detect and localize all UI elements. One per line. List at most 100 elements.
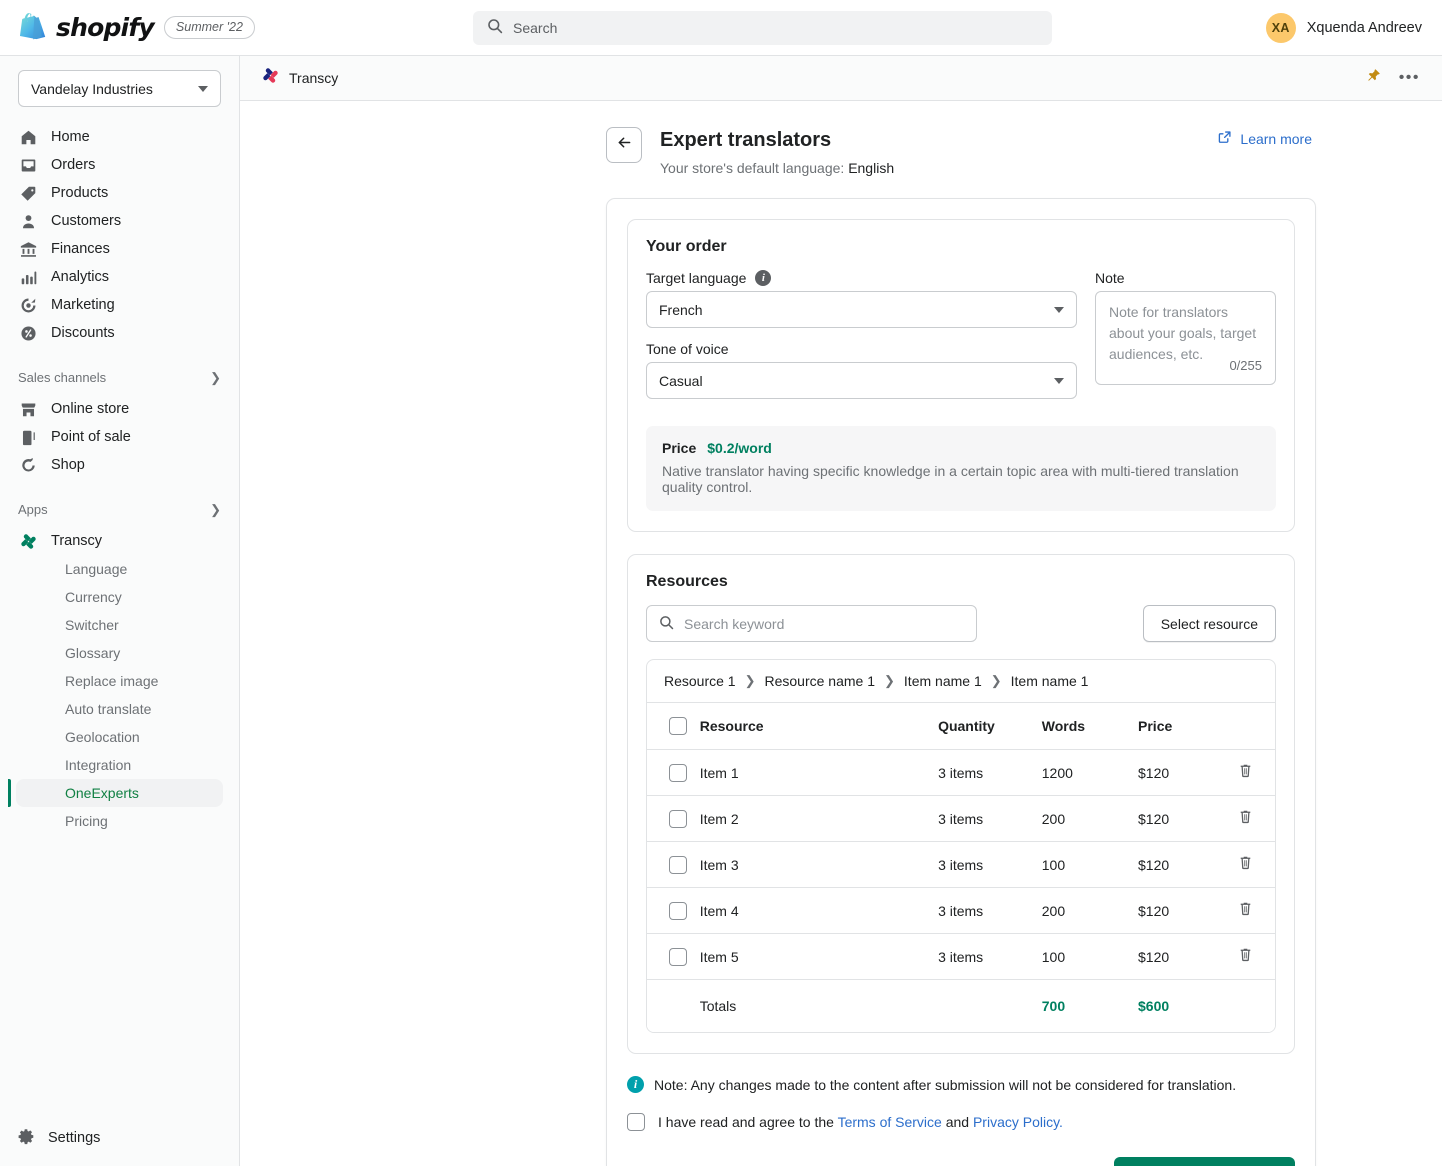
chevron-down-icon (1054, 377, 1064, 384)
sidebar-item-orders[interactable]: Orders (8, 151, 231, 179)
chevron-right-icon: ❯ (210, 501, 221, 517)
terms-of-service-link[interactable]: Terms of Service (838, 1114, 942, 1130)
sidebar-item-home[interactable]: Home (8, 123, 231, 151)
discount-percent-icon (18, 323, 38, 343)
sidebar-item-label: Shop (51, 457, 85, 473)
sidebar-item-transcy[interactable]: Transcy (8, 527, 231, 555)
cell-resource: Item 4 (699, 887, 939, 934)
info-circle-icon[interactable]: i (755, 270, 772, 286)
table-row[interactable]: Item 2 3 items 200 $120 (647, 795, 1275, 842)
cell-price: $120 (1138, 749, 1238, 796)
sales-channels-nav: Online store Point of sale Shop (0, 395, 239, 479)
table-row[interactable]: Item 5 3 items 100 $120 (647, 933, 1275, 980)
shopify-brand[interactable]: shopify Summer '22 (0, 12, 255, 43)
learn-more-label: Learn more (1240, 130, 1312, 147)
sidebar-item-glossary[interactable]: Glossary (16, 639, 223, 667)
sidebar: Vandelay Industries Home Orders Products (0, 56, 240, 1166)
table-row[interactable]: Item 4 3 items 200 $120 (647, 887, 1275, 934)
sales-channels-section-header[interactable]: Sales channels ❯ (0, 364, 239, 390)
transcy-logo-icon (18, 531, 38, 551)
sidebar-item-language[interactable]: Language (16, 555, 223, 583)
breadcrumb-item[interactable]: Item name 1 (1011, 673, 1089, 689)
submit-row: Hire expert translators (627, 1157, 1295, 1166)
trash-icon[interactable] (1238, 855, 1253, 871)
row-checkbox[interactable] (669, 809, 687, 828)
sidebar-item-switcher[interactable]: Switcher (16, 611, 223, 639)
totals-words: 700 (1041, 979, 1139, 1032)
more-horizontal-icon[interactable]: ••• (1399, 70, 1420, 86)
sidebar-item-geolocation[interactable]: Geolocation (16, 723, 223, 751)
sidebar-item-marketing[interactable]: Marketing (8, 291, 231, 319)
row-checkbox[interactable] (669, 901, 687, 920)
row-select-cell (647, 887, 700, 934)
privacy-policy-link[interactable]: Privacy Policy. (973, 1114, 1063, 1130)
page-content: Expert translators Your store's default … (240, 101, 1442, 1166)
trash-icon[interactable] (1238, 809, 1253, 825)
hire-expert-translators-button[interactable]: Hire expert translators (1114, 1157, 1295, 1166)
cell-price: $120 (1138, 841, 1238, 888)
sidebar-item-currency[interactable]: Currency (16, 583, 223, 611)
sidebar-item-pricing[interactable]: Pricing (16, 807, 223, 835)
sidebar-item-integration[interactable]: Integration (16, 751, 223, 779)
table-row[interactable]: Item 1 3 items 1200 $120 (647, 749, 1275, 796)
select-all-checkbox[interactable] (669, 717, 687, 735)
your-order-card: Your order Target language i French Tone… (627, 219, 1295, 532)
row-select-cell (647, 749, 700, 796)
sidebar-item-auto-translate[interactable]: Auto translate (16, 695, 223, 723)
global-search-input[interactable]: Search (473, 11, 1052, 45)
chevron-down-icon (198, 85, 208, 92)
sidebar-item-point-of-sale[interactable]: Point of sale (8, 423, 231, 451)
sidebar-item-online-store[interactable]: Online store (8, 395, 231, 423)
select-resource-label: Select resource (1160, 615, 1258, 632)
external-link-icon (1218, 130, 1232, 147)
tone-of-voice-select[interactable]: Casual (646, 362, 1077, 399)
back-button[interactable] (606, 127, 642, 163)
agree-terms-checkbox[interactable] (627, 1113, 645, 1131)
row-checkbox[interactable] (669, 947, 687, 966)
customer-person-icon (18, 211, 38, 231)
breadcrumb-item[interactable]: Resource name 1 (765, 673, 876, 689)
sidebar-item-shop[interactable]: Shop (8, 451, 231, 479)
table-row[interactable]: Item 3 3 items 100 $120 (647, 841, 1275, 888)
price-label: Price (662, 440, 697, 456)
sidebar-item-label: Orders (51, 157, 96, 173)
select-resource-button[interactable]: Select resource (1142, 605, 1276, 642)
row-checkbox[interactable] (669, 763, 687, 782)
sidebar-item-discounts[interactable]: Discounts (8, 319, 231, 347)
search-icon (487, 18, 503, 39)
sidebar-item-settings[interactable]: Settings (0, 1110, 239, 1166)
season-badge: Summer '22 (163, 16, 255, 39)
sidebar-item-label: Integration (65, 757, 132, 773)
price-value: $0.2/word (707, 440, 772, 456)
global-topbar: shopify Summer '22 Search XA Xquenda And… (0, 0, 1442, 56)
page-header: Expert translators Your store's default … (240, 101, 1442, 176)
sidebar-item-customers[interactable]: Customers (8, 207, 231, 235)
storefront-icon (18, 399, 38, 419)
sidebar-item-products[interactable]: Products (8, 179, 231, 207)
sidebar-item-oneexperts[interactable]: OneExperts (8, 779, 223, 807)
user-menu[interactable]: XA Xquenda Andreev (1265, 0, 1422, 56)
row-checkbox[interactable] (669, 855, 687, 874)
target-language-label: Target language (646, 270, 747, 286)
target-language-value: French (659, 301, 703, 318)
breadcrumb-item[interactable]: Item name 1 (904, 673, 982, 689)
note-label-row: Note (1095, 270, 1276, 286)
note-textarea[interactable]: Note for translators about your goals, t… (1095, 291, 1276, 385)
store-switcher[interactable]: Vandelay Industries (18, 70, 221, 107)
trash-icon[interactable] (1238, 901, 1253, 917)
breadcrumb-item[interactable]: Resource 1 (664, 673, 736, 689)
cell-quantity: 3 items (938, 749, 1042, 796)
sidebar-item-label: Currency (65, 589, 122, 605)
apps-section-header[interactable]: Apps ❯ (0, 496, 239, 522)
pin-icon[interactable] (1366, 68, 1381, 88)
breadcrumb: Resource 1 ❯ Resource name 1 ❯ Item name… (647, 660, 1275, 703)
resource-search-input[interactable]: Search keyword (646, 605, 977, 642)
target-language-select[interactable]: French (646, 291, 1077, 328)
learn-more-link[interactable]: Learn more (1218, 130, 1312, 147)
trash-icon[interactable] (1238, 947, 1253, 963)
sidebar-item-finances[interactable]: Finances (8, 235, 231, 263)
trash-icon[interactable] (1238, 763, 1253, 779)
sidebar-item-analytics[interactable]: Analytics (8, 263, 231, 291)
sidebar-item-replace-image[interactable]: Replace image (16, 667, 223, 695)
cell-price: $120 (1138, 795, 1238, 842)
